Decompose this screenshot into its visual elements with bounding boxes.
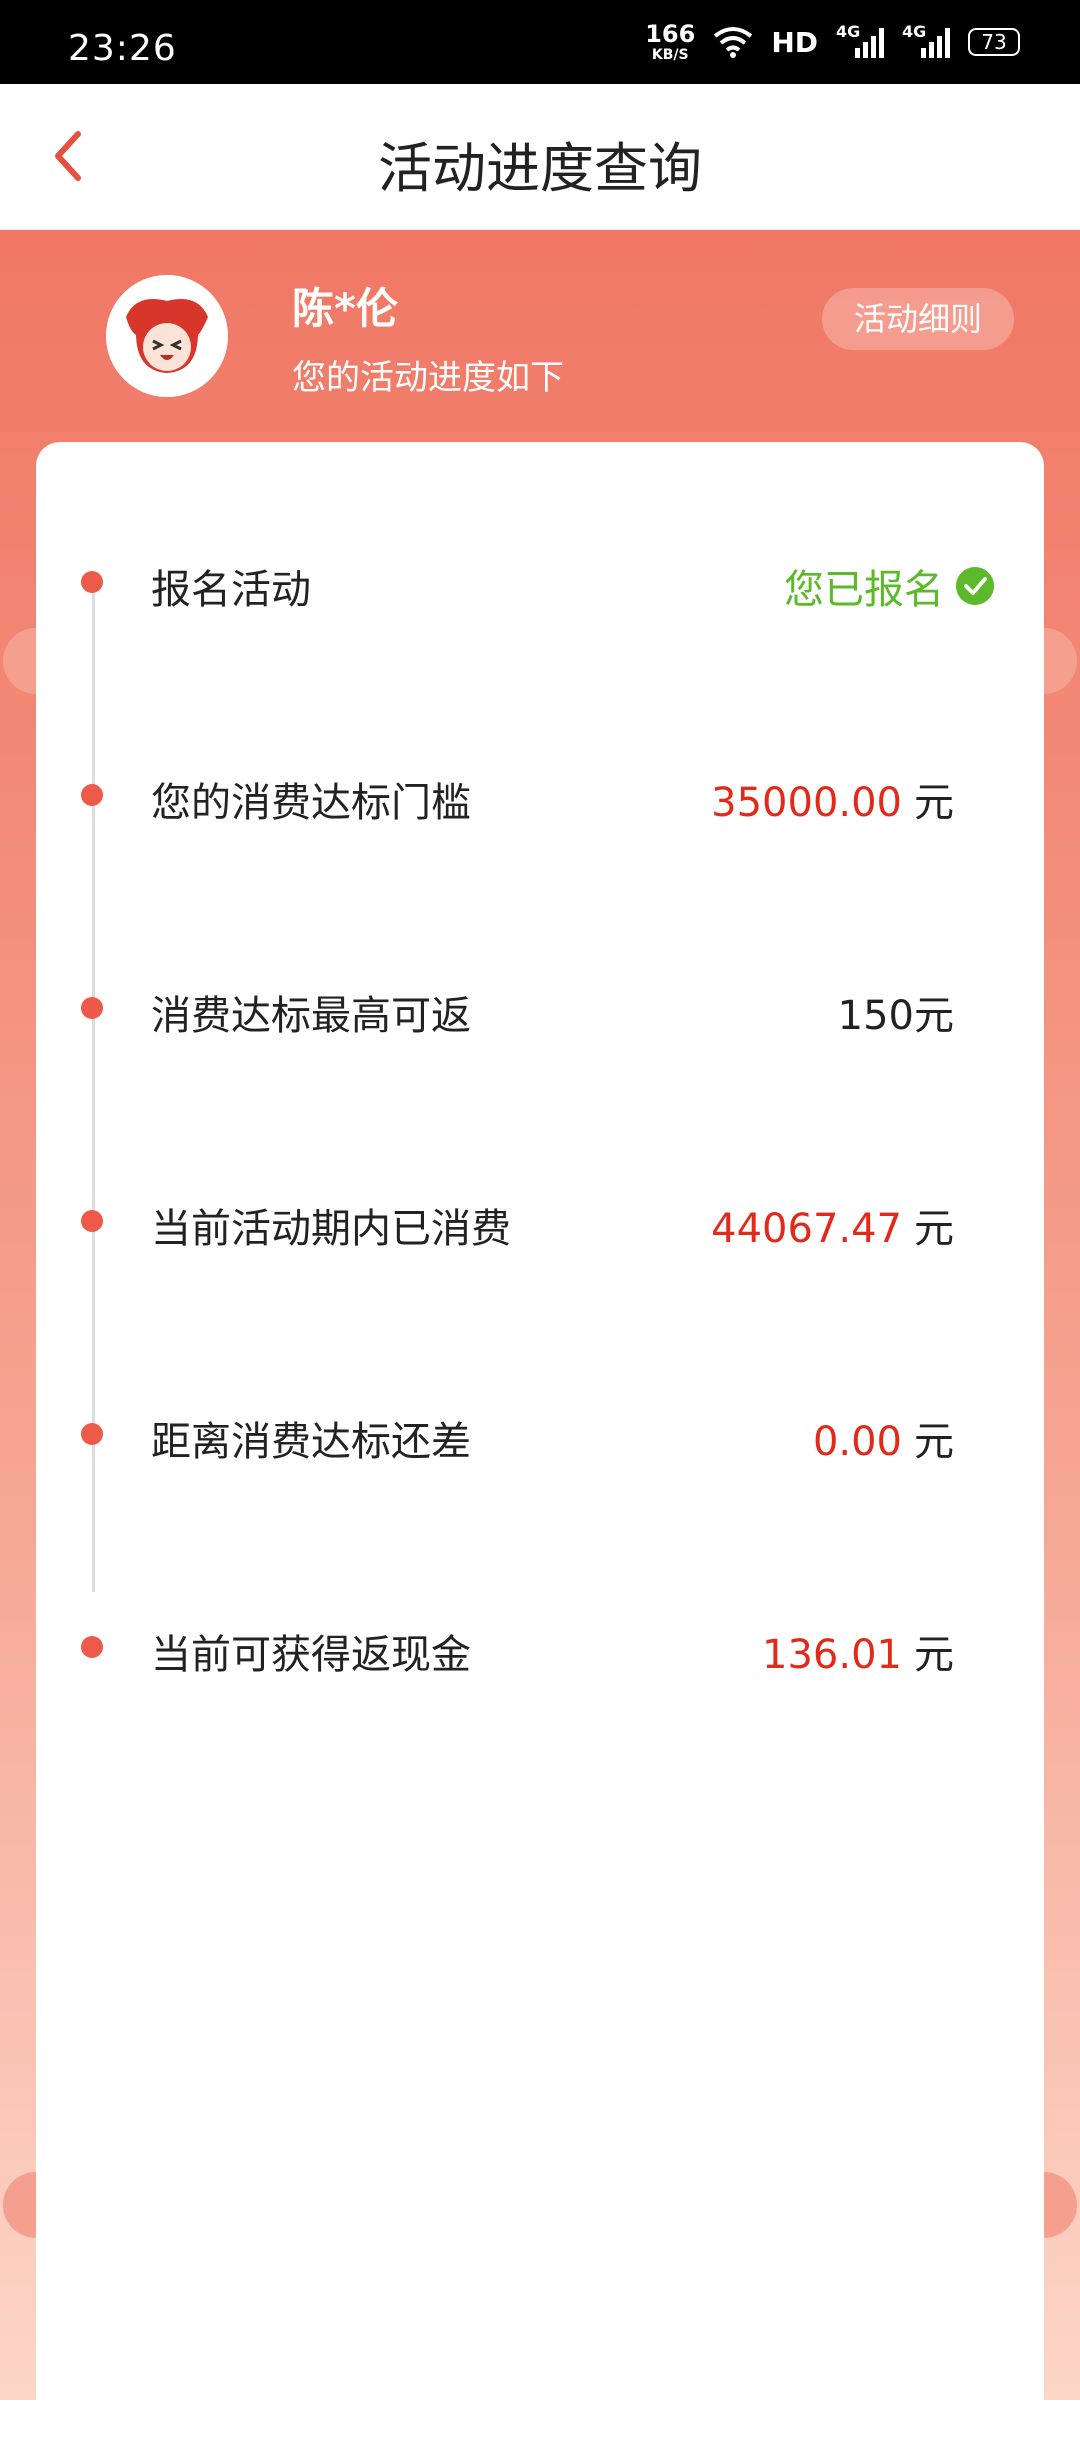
page-title: 活动进度查询 bbox=[378, 137, 702, 200]
progress-value: 44067.47 元 bbox=[711, 1196, 954, 1254]
hd-indicator: HD bbox=[771, 25, 818, 59]
status-bar: 23:26 166 KB/S HD 4G 4G 73 bbox=[0, 0, 1080, 84]
progress-row-max-return: 消费达标最高可返 150元 bbox=[36, 973, 1044, 1043]
progress-label: 消费达标最高可返 bbox=[151, 993, 471, 1039]
timeline-dot bbox=[81, 1423, 103, 1445]
signal-icon: 4G bbox=[902, 22, 950, 62]
progress-row-threshold: 您的消费达标门槛 35000.00 元 bbox=[36, 760, 1044, 830]
nav-bar: 活动进度查询 bbox=[0, 84, 1080, 230]
progress-row-remaining: 距离消费达标还差 0.00 元 bbox=[36, 1399, 1044, 1469]
progress-label: 报名活动 bbox=[151, 567, 311, 613]
progress-value: 0.00 元 bbox=[813, 1409, 954, 1467]
network-speed-value: 166 bbox=[645, 20, 696, 48]
signup-status-text: 您已报名 bbox=[784, 567, 944, 613]
progress-label: 当前活动期内已消费 bbox=[151, 1206, 511, 1252]
signup-status: 您已报名 bbox=[784, 557, 994, 615]
threshold-amount: 35000.00 bbox=[711, 780, 902, 826]
mascot-avatar-icon bbox=[106, 275, 228, 397]
progress-value: 136.01 元 bbox=[762, 1622, 954, 1680]
currency-unit: 元 bbox=[914, 1419, 954, 1465]
timeline-dot bbox=[81, 1210, 103, 1232]
timeline-dot bbox=[81, 997, 103, 1019]
progress-row-cashback: 当前可获得返现金 136.01 元 bbox=[36, 1612, 1044, 1682]
activity-rules-button[interactable]: 活动细则 bbox=[822, 288, 1014, 350]
battery-level: 73 bbox=[981, 30, 1007, 54]
remaining-amount: 0.00 bbox=[812, 1419, 902, 1465]
user-subtitle: 您的活动进度如下 bbox=[292, 358, 564, 398]
progress-card: 报名活动 您已报名 您的消费达标门槛 35000.00 元 消费达标最高可返 15… bbox=[36, 442, 1044, 2442]
progress-value: 35000.00 元 bbox=[711, 770, 954, 828]
currency-unit: 元 bbox=[914, 1632, 954, 1678]
progress-row-signup: 报名活动 您已报名 bbox=[36, 547, 1044, 617]
status-time: 23:26 bbox=[68, 28, 177, 69]
network-speed: 166 KB/S bbox=[645, 22, 695, 62]
currency-unit: 元 bbox=[914, 780, 954, 826]
progress-label: 您的消费达标门槛 bbox=[151, 780, 471, 826]
status-icons: 166 KB/S HD 4G 4G 73 bbox=[645, 20, 1020, 64]
network-speed-unit: KB/S bbox=[651, 47, 689, 63]
progress-row-spent: 当前活动期内已消费 44067.47 元 bbox=[36, 1186, 1044, 1256]
cashback-amount: 136.01 bbox=[762, 1632, 902, 1678]
timeline-dot bbox=[81, 784, 103, 806]
avatar bbox=[106, 275, 228, 397]
progress-label: 当前可获得返现金 bbox=[151, 1632, 471, 1678]
timeline-dot bbox=[81, 571, 103, 593]
max-return-amount: 150元 bbox=[837, 993, 954, 1039]
timeline-dot bbox=[81, 1636, 103, 1658]
progress-value: 150元 bbox=[838, 983, 954, 1041]
wifi-icon bbox=[714, 27, 753, 58]
progress-label: 距离消费达标还差 bbox=[151, 1419, 471, 1465]
user-name: 陈*伦 bbox=[292, 284, 398, 333]
spent-amount: 44067.47 bbox=[711, 1206, 902, 1252]
check-circle-icon bbox=[956, 567, 994, 605]
battery-icon: 73 bbox=[968, 28, 1020, 56]
signal-icon: 4G bbox=[836, 22, 884, 62]
currency-unit: 元 bbox=[914, 1206, 954, 1252]
